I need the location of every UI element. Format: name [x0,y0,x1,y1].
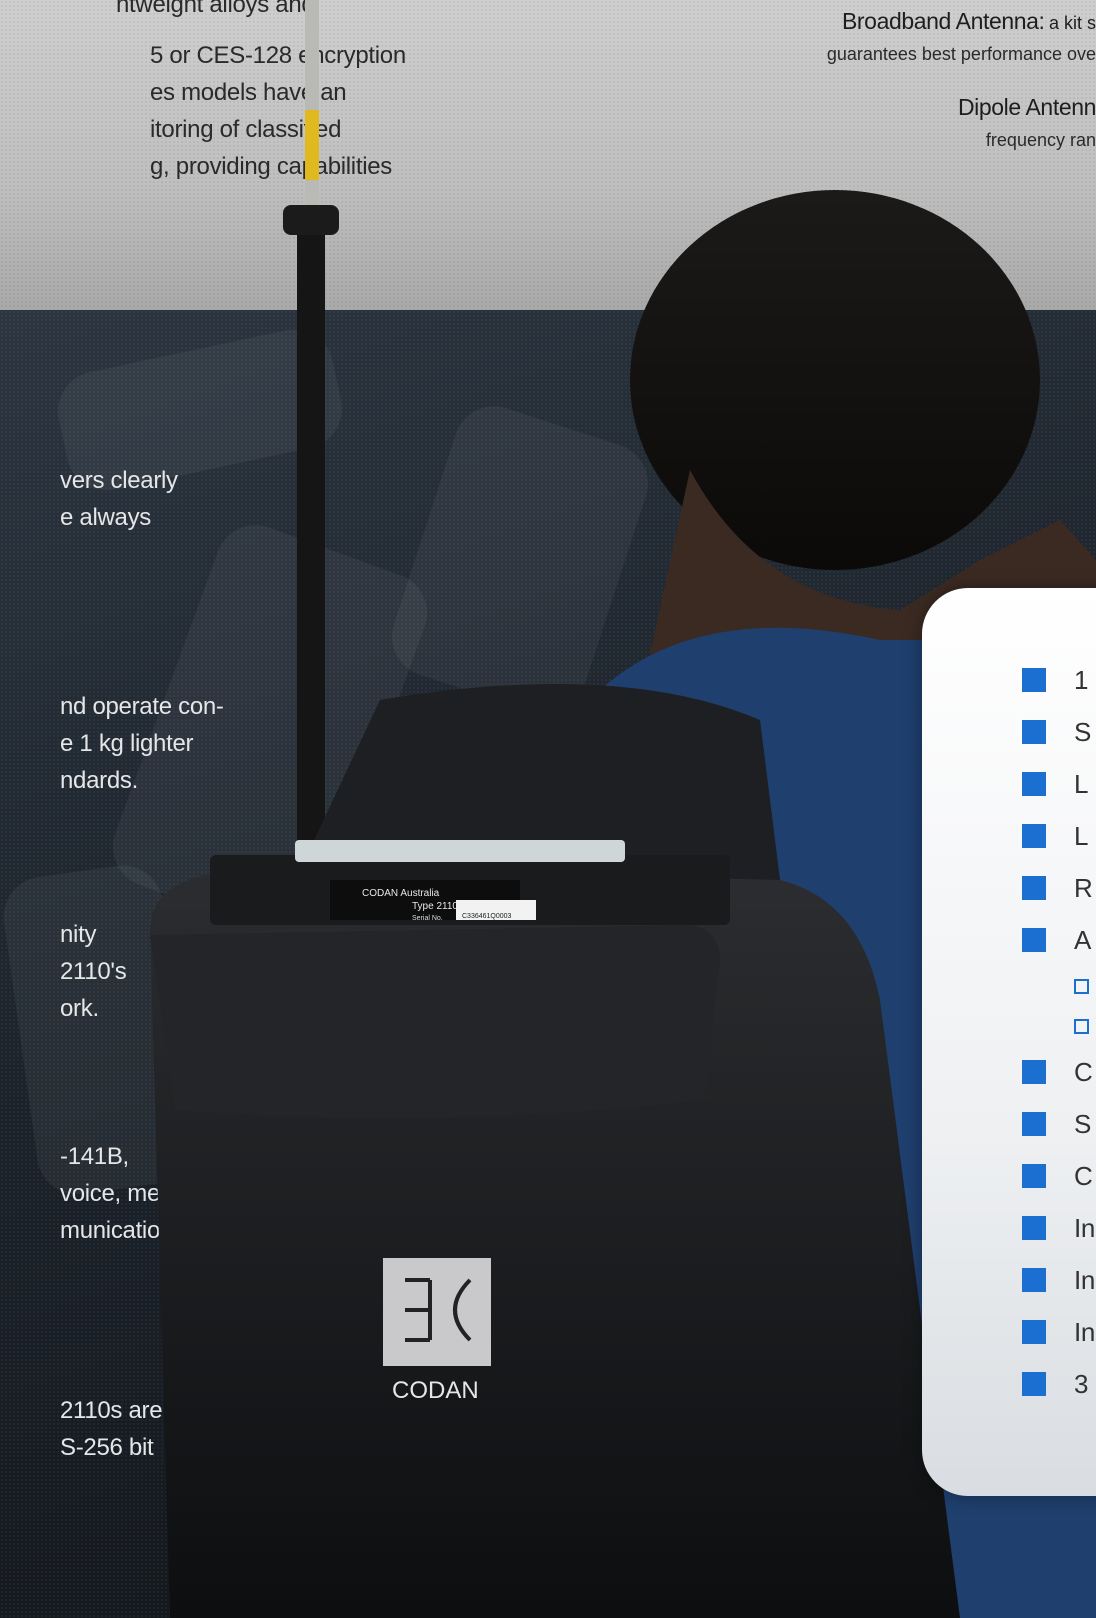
bullet-square-icon [1022,1164,1046,1188]
bullet-square-icon [1022,720,1046,744]
feature-text: In [1074,1264,1096,1295]
feature-text: 3 [1074,1368,1089,1399]
feature-text: C [1074,1160,1093,1191]
codan-logo-text: CODAN [392,1377,479,1404]
feature-text: S [1074,716,1092,747]
feature-text: S [1074,1108,1092,1139]
feature-item: L [1022,810,1096,862]
feature-item: C [1022,1046,1096,1098]
radio-serial-value: C336461Q0003 [462,913,512,920]
feature-item: A [1022,914,1096,966]
feature-text: 1 [1074,664,1089,695]
bullet-outline-square-icon [1074,1018,1089,1034]
feature-item: S [1022,1098,1096,1150]
feature-item: R [1022,862,1096,914]
bullet-square-icon [1022,1216,1046,1240]
feature-text: L [1074,820,1089,851]
bullet-square-icon [1022,1320,1046,1344]
bullet-square-icon [1022,824,1046,848]
feature-item: S [1022,706,1096,758]
bullet-square-icon [1022,1112,1046,1136]
feature-text: C [1074,1056,1093,1087]
feature-item: C [1022,1150,1096,1202]
features-list: 1 S L L R A C S C In In In 3 [1022,654,1096,1410]
radio-label-line1: CODAN Australia [362,888,440,899]
feature-item: In [1022,1306,1096,1358]
bullet-square-icon [1022,1268,1046,1292]
feature-item: In [1022,1254,1096,1306]
feature-text: In [1074,1212,1096,1243]
feature-text: A [1074,924,1092,955]
bullet-outline-square-icon [1074,978,1089,994]
radio-serial-label: Serial No. [412,915,443,922]
feature-item: In [1022,1202,1096,1254]
features-card: 1 S L L R A C S C In In In 3 [922,588,1096,1496]
bullet-square-icon [1022,876,1046,900]
feature-item: 1 [1022,654,1096,706]
feature-text: L [1074,768,1089,799]
feature-subitem [1022,1006,1096,1046]
feature-item: 3 [1022,1358,1096,1410]
bullet-square-icon [1022,928,1046,952]
bullet-square-icon [1022,1372,1046,1396]
feature-item: L [1022,758,1096,810]
feature-text: In [1074,1316,1096,1347]
bullet-square-icon [1022,668,1046,692]
bullet-square-icon [1022,772,1046,796]
feature-subitem [1022,966,1096,1006]
bullet-square-icon [1022,1060,1046,1084]
feature-text: R [1074,872,1093,903]
radio-label-line2: Type 2110 [412,901,458,912]
